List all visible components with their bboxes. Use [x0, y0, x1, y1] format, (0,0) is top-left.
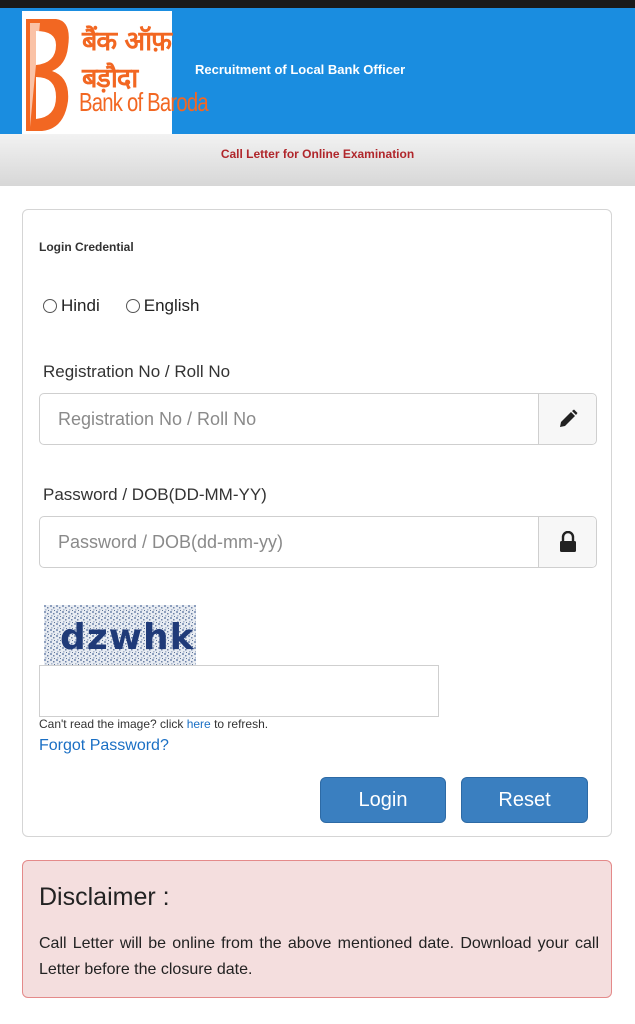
- site-header: बैंक ऑफ़ बड़ौदा Bank of Baroda Recruitme…: [0, 8, 635, 134]
- language-selector: Hindi English: [43, 296, 226, 316]
- captcha-help-prefix: Can't read the image? click: [39, 717, 187, 731]
- password-field[interactable]: Password / DOB(dd-mm-yy): [39, 516, 597, 568]
- registration-input[interactable]: Registration No / Roll No: [40, 394, 538, 444]
- sub-header: Call Letter for Online Examination: [0, 134, 635, 186]
- language-option-hindi[interactable]: Hindi: [43, 296, 100, 316]
- disclaimer-title: Disclaimer :: [39, 883, 170, 911]
- captcha-help-suffix: to refresh.: [210, 717, 269, 731]
- captcha-text: dzwhk: [60, 617, 195, 658]
- login-button[interactable]: Login: [320, 777, 446, 823]
- captcha-refresh-link[interactable]: here: [187, 717, 211, 731]
- disclaimer-text: Call Letter will be online from the abov…: [39, 935, 599, 978]
- radio-english[interactable]: [125, 299, 140, 313]
- radio-english-label: English: [143, 296, 200, 315]
- language-option-english[interactable]: English: [125, 296, 200, 316]
- logo-english-text: Bank of Baroda: [79, 87, 209, 117]
- captcha-image: dzwhk: [44, 605, 196, 665]
- radio-hindi-label: Hindi: [61, 296, 100, 315]
- password-label: Password / DOB(DD-MM-YY): [43, 485, 267, 504]
- logo-hindi-text: बैंक ऑफ़ बड़ौदा: [82, 26, 172, 94]
- captcha-input[interactable]: [39, 665, 439, 717]
- forgot-password-link[interactable]: Forgot Password?: [39, 737, 169, 755]
- registration-field[interactable]: Registration No / Roll No: [39, 393, 597, 445]
- page-title: Recruitment of Local Bank Officer: [195, 62, 406, 77]
- login-heading: Login Credential: [39, 240, 134, 254]
- pencil-icon: [538, 394, 596, 444]
- lock-icon: [538, 517, 596, 567]
- captcha-help-text: Can't read the image? click here to refr…: [39, 717, 268, 731]
- sub-header-title: Call Letter for Online Examination: [220, 147, 415, 161]
- status-bar: [0, 0, 635, 8]
- radio-hindi[interactable]: [43, 299, 57, 313]
- bank-logo: बैंक ऑफ़ बड़ौदा Bank of Baroda: [22, 11, 209, 134]
- disclaimer-box: Disclaimer : Call Letter will be online …: [22, 860, 612, 998]
- login-card: Login Credential Hindi English Registrat…: [22, 209, 612, 837]
- registration-label: Registration No / Roll No: [43, 362, 231, 381]
- reset-button[interactable]: Reset: [461, 777, 588, 823]
- password-input[interactable]: Password / DOB(dd-mm-yy): [40, 517, 538, 567]
